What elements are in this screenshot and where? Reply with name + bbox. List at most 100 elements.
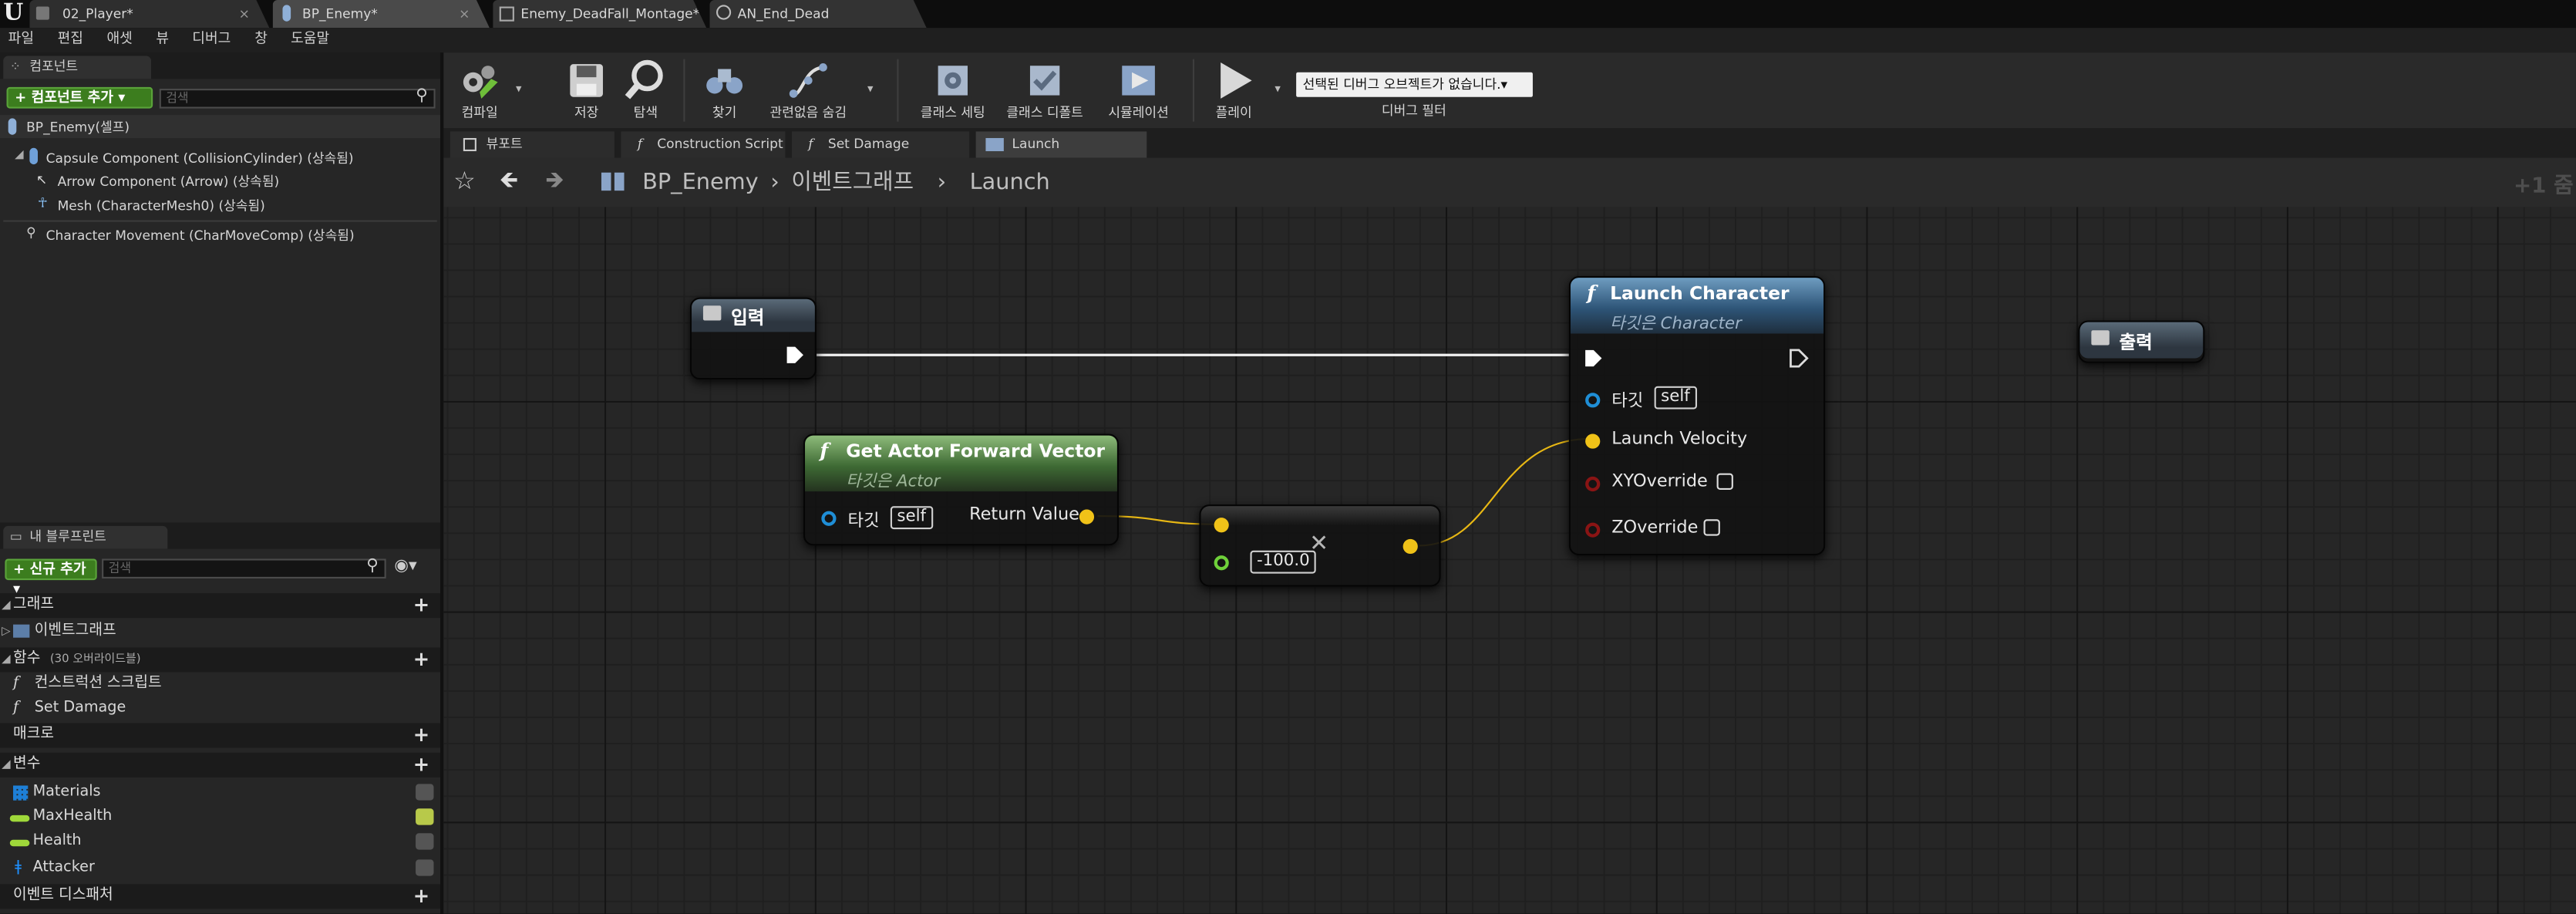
get-actor-forward-vector-node[interactable]: f Get Actor Forward Vector 타깃은 Actor 타깃 …	[803, 433, 1120, 546]
class-defaults-button[interactable]: 클래스 디폴트	[1002, 52, 1088, 128]
add-macro-icon[interactable]: +	[412, 725, 430, 745]
component-item[interactable]: Arrow Component (Arrow) (상속됨)	[58, 173, 280, 191]
tab-an-end-dead[interactable]: AN_End_Dead	[709, 0, 926, 28]
simulation-button[interactable]: 시뮬레이션	[1097, 52, 1180, 128]
class-settings-button[interactable]: 클래스 세팅	[914, 52, 992, 128]
back-arrow-icon[interactable]: 🡸	[500, 166, 518, 195]
multiply-value[interactable]: -100.0	[1250, 550, 1317, 574]
components-root-row[interactable]: BP_Enemy(셀프)	[0, 115, 441, 138]
menu-help[interactable]: 도움말	[291, 28, 329, 52]
forward-arrow-icon[interactable]: 🡺	[545, 166, 564, 195]
tab-viewport[interactable]: 뷰포트	[450, 131, 615, 158]
compile-button[interactable]: 컴파일	[447, 52, 513, 128]
browse-button[interactable]: 탐색	[618, 52, 673, 128]
target-pin-icon[interactable]	[1585, 393, 1601, 408]
pill-icon	[9, 839, 30, 847]
function-item-set-damage[interactable]: f Set Damage	[0, 696, 440, 721]
launch-velocity-pin-icon[interactable]	[1585, 433, 1601, 449]
tab-construction-script[interactable]: f Construction Script	[621, 131, 786, 158]
find-button[interactable]: 찾기	[696, 52, 752, 128]
function-item-construction[interactable]: f 컨스트럭션 스크립트	[0, 672, 440, 696]
output-node[interactable]: 출력	[2078, 320, 2205, 363]
add-dispatcher-icon[interactable]: +	[412, 885, 430, 906]
xy-override-pin-icon[interactable]	[1585, 476, 1601, 492]
z-override-checkbox[interactable]	[1703, 519, 1720, 536]
variables-section-header[interactable]: ◢ 변수 +	[0, 752, 441, 777]
z-override-pin-icon[interactable]	[1585, 522, 1601, 538]
multiply-input-a-pin-icon[interactable]	[1214, 518, 1229, 533]
variable-health[interactable]: Health	[0, 830, 440, 855]
add-component-button[interactable]: + 컴포넌트 추가 ▾	[6, 86, 153, 109]
my-blueprint-search-input[interactable]: 검색	[102, 558, 386, 579]
close-icon[interactable]: ×	[239, 0, 250, 28]
breadcrumb-graph[interactable]: 이벤트그래프	[791, 169, 914, 195]
favorite-star-icon[interactable]: ☆	[453, 166, 476, 195]
debug-filter-label: 디버그 필터	[1381, 103, 1446, 119]
breadcrumb-blueprint[interactable]: BP_Enemy	[642, 169, 759, 195]
tab-02-player[interactable]: 02_Player* ×	[29, 0, 269, 28]
exec-in-pin-icon[interactable]	[1584, 349, 1604, 369]
visibility-eye-icon[interactable]	[416, 859, 434, 876]
components-tab[interactable]: ⁘ 컴포넌트	[3, 56, 152, 79]
graph-icon	[985, 137, 1004, 152]
xy-override-checkbox[interactable]	[1716, 473, 1733, 490]
components-search-input[interactable]: 검색	[159, 89, 436, 109]
macros-section-header[interactable]: 매크로 +	[0, 723, 441, 748]
exec-out-pin-icon[interactable]	[1789, 349, 1809, 369]
variable-attacker[interactable]: ǂ Attacker	[0, 856, 440, 881]
variable-name: MaxHealth	[32, 808, 113, 825]
function-icon: f	[637, 136, 643, 152]
play-button[interactable]: 플레이	[1203, 52, 1265, 128]
play-options-arrow-icon[interactable]: ▾	[1275, 83, 1280, 96]
graphs-section-header[interactable]: ◢ 그래프 +	[0, 593, 441, 619]
close-icon[interactable]: ×	[459, 0, 470, 28]
launch-character-node[interactable]: f Launch Character 타깃은 Character 타깃 self…	[1568, 275, 1826, 556]
add-function-icon[interactable]: +	[412, 649, 430, 669]
eye-icon[interactable]: ◉▾	[394, 557, 416, 575]
add-new-button[interactable]: + 신규 추가 ▾	[5, 558, 97, 599]
tab-launch[interactable]: Launch	[975, 131, 1147, 158]
event-graph-item[interactable]: ▷ 이벤트그래프	[0, 619, 440, 644]
exec-out-pin-icon[interactable]	[785, 345, 805, 365]
add-variable-icon[interactable]: +	[412, 754, 430, 774]
functions-section-header[interactable]: ◢ 함수 (30 오버라이드블) +	[0, 647, 441, 673]
hide-unrelated-options-arrow-icon[interactable]: ▾	[867, 83, 873, 96]
menu-asset[interactable]: 애셋	[106, 28, 132, 52]
menu-view[interactable]: 뷰	[156, 28, 169, 52]
expand-arrow-icon[interactable]: ◢	[15, 148, 23, 161]
multiply-input-b-pin-icon[interactable]	[1214, 555, 1229, 571]
my-blueprint-tab-label: 내 블루프린트	[29, 529, 106, 545]
debug-object-select[interactable]: 선택된 디버그 오브젝트가 없습니다.▾	[1296, 72, 1533, 97]
visibility-eye-icon[interactable]	[416, 808, 434, 825]
variable-materials[interactable]: Materials	[0, 781, 440, 805]
divider	[683, 59, 685, 122]
return-value-pin-icon[interactable]	[1079, 509, 1095, 524]
menu-file[interactable]: 파일	[8, 28, 34, 52]
hide-unrelated-button[interactable]: 관련없음 숨김	[759, 52, 857, 128]
menu-debug[interactable]: 디버그	[192, 28, 231, 52]
compile-options-arrow-icon[interactable]: ▾	[516, 83, 521, 96]
visibility-eye-icon[interactable]	[416, 833, 434, 850]
target-pin-icon[interactable]	[821, 511, 837, 526]
component-item[interactable]: Mesh (CharacterMesh0) (상속됨)	[58, 197, 265, 215]
visibility-eye-icon[interactable]	[416, 784, 434, 801]
add-graph-icon[interactable]: +	[412, 595, 430, 615]
tab-enemy-deadfall-montage[interactable]: Enemy_DeadFall_Montage*	[493, 0, 706, 28]
my-blueprint-tab[interactable]: ▭ 내 블루프린트	[3, 525, 168, 549]
input-node[interactable]: 입력	[689, 297, 817, 380]
variable-maxhealth[interactable]: MaxHealth	[0, 805, 440, 830]
graph-canvas[interactable]: 입력 출력 f Get Actor Forward Vector 타깃은 Act…	[443, 207, 2576, 914]
dispatchers-section-header[interactable]: 이벤트 디스패처 +	[0, 884, 441, 909]
chevron-right-icon: ›	[937, 169, 947, 196]
menu-edit[interactable]: 편집	[58, 28, 83, 52]
tab-label: BP_Enemy*	[302, 6, 378, 22]
tab-bp-enemy[interactable]: BP_Enemy* ×	[273, 0, 490, 28]
save-button[interactable]: 저장	[558, 52, 614, 128]
component-item[interactable]: Character Movement (CharMoveComp) (상속됨)	[46, 227, 355, 245]
multiply-output-pin-icon[interactable]	[1402, 538, 1418, 555]
menu-window[interactable]: 창	[254, 28, 268, 52]
tab-set-damage[interactable]: f Set Damage	[791, 131, 970, 158]
component-item[interactable]: Capsule Component (CollisionCylinder) (상…	[46, 150, 354, 167]
play-label: 플레이	[1215, 105, 1252, 120]
multiply-node[interactable]: -100.0 ✕	[1199, 504, 1441, 587]
